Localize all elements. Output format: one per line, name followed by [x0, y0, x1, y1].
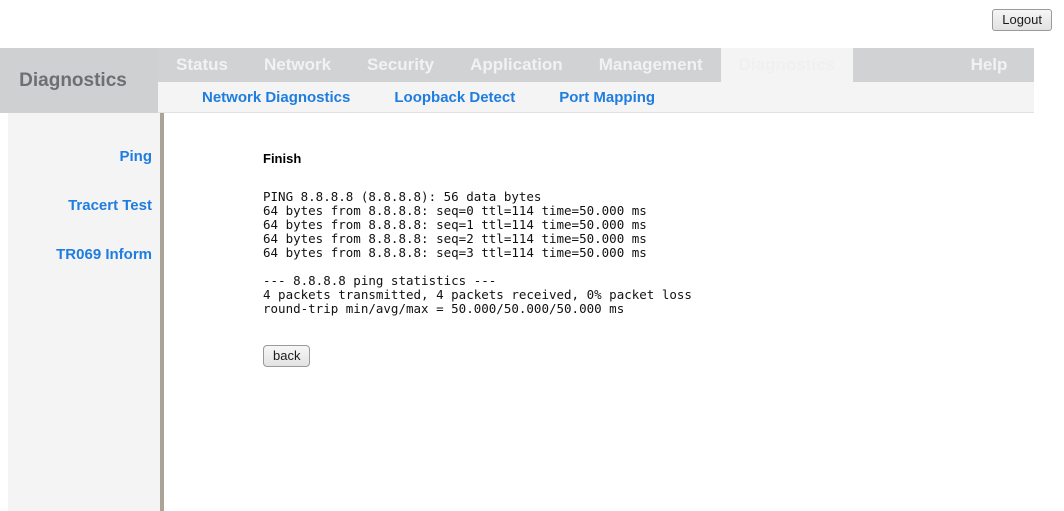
sidebar-item-ping[interactable]: Ping	[120, 148, 153, 165]
sidebar-item-tracert-test[interactable]: Tracert Test	[68, 197, 152, 214]
topnav-item-diagnostics[interactable]: Diagnostics	[721, 48, 853, 82]
top-navigation-items: Status Network Security Application Mana…	[158, 48, 853, 82]
sidebar: Ping Tracert Test TR069 Inform	[8, 113, 160, 511]
logout-button[interactable]: Logout	[992, 9, 1052, 31]
subnav-item-network-diagnostics[interactable]: Network Diagnostics	[158, 83, 372, 113]
subnav-item-loopback-detect[interactable]: Loopback Detect	[372, 83, 537, 113]
subnav-item-port-mapping[interactable]: Port Mapping	[537, 83, 677, 113]
topnav-item-network[interactable]: Network	[246, 48, 349, 82]
page-title: Diagnostics	[0, 70, 146, 92]
page-title-block: Diagnostics	[0, 48, 158, 113]
topnav-item-help[interactable]: Help	[944, 48, 1034, 82]
logout-bar: Logout	[0, 0, 1064, 48]
ping-output-text: PING 8.8.8.8 (8.8.8.8): 56 data bytes 64…	[263, 190, 692, 316]
finish-heading: Finish	[263, 151, 301, 166]
topnav-item-management[interactable]: Management	[581, 48, 721, 82]
topnav-item-security[interactable]: Security	[349, 48, 452, 82]
main-content: Finish PING 8.8.8.8 (8.8.8.8): 56 data b…	[164, 113, 1064, 511]
topnav-item-application[interactable]: Application	[452, 48, 581, 82]
sidebar-item-tr069-inform[interactable]: TR069 Inform	[56, 246, 152, 263]
topnav-item-status[interactable]: Status	[158, 48, 246, 82]
page-root: Logout Status Network Security Applicati…	[0, 0, 1064, 511]
back-button[interactable]: back	[263, 345, 310, 367]
sub-navigation-items: Network Diagnostics Loopback Detect Port…	[158, 82, 677, 113]
